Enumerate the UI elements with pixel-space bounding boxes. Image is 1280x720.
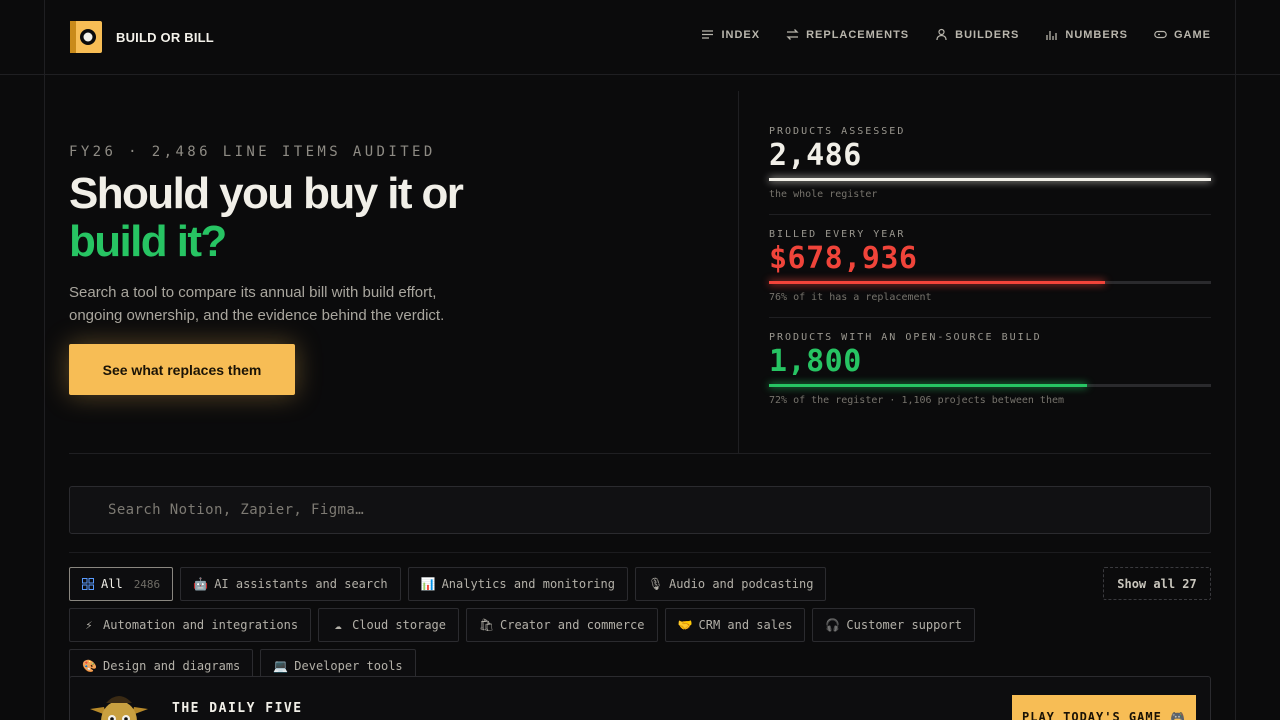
chip-label: Creator and commerce xyxy=(500,618,645,632)
nav-replacements[interactable]: REPLACEMENTS xyxy=(786,28,909,41)
cloud-icon: ☁ xyxy=(334,618,342,632)
stat-bar-fill xyxy=(769,178,1211,181)
lightning-icon: ⚡ xyxy=(85,618,93,632)
stat-separator xyxy=(769,317,1211,318)
chip-label: CRM and sales xyxy=(698,618,793,632)
frame-right-rule xyxy=(1235,0,1236,720)
daily-five-title: THE DAILY FIVE xyxy=(172,701,303,716)
nav-index-label: INDEX xyxy=(721,28,761,41)
handshake-icon: 🤝 xyxy=(677,618,693,632)
stat-products-assessed: PRODUCTS ASSESSED 2,486 the whole regist… xyxy=(769,126,1211,200)
microphone-icon: 🎙 xyxy=(647,577,664,591)
person-icon xyxy=(936,28,947,41)
brand-logo-link[interactable]: BUILD OR BILL xyxy=(70,20,214,54)
chip-label: Design and diagrams xyxy=(103,659,241,673)
nav-game[interactable]: GAME xyxy=(1154,28,1211,41)
robot-icon: 🤖 xyxy=(193,577,209,591)
main-nav: INDEX REPLACEMENTS BUILDERS NUMBERS GAME xyxy=(701,28,1211,41)
stat-label: PRODUCTS ASSESSED xyxy=(769,126,906,137)
swap-icon xyxy=(786,29,799,40)
bar-chart-icon xyxy=(1046,31,1058,40)
chip-label: Cloud storage xyxy=(352,618,446,632)
chip-label: AI assistants and search xyxy=(214,577,388,591)
hero-title: Should you buy it or build it? xyxy=(69,170,669,266)
see-replacements-button[interactable]: See what replaces them xyxy=(69,344,295,395)
stat-value: 1,800 xyxy=(769,344,862,379)
laptop-icon: 💻 xyxy=(273,659,289,673)
hero-title-line2: build it? xyxy=(69,217,227,266)
chip-label: Automation and integrations xyxy=(103,618,299,632)
stat-bar-track xyxy=(769,178,1211,181)
category-chip[interactable]: 🎧 Customer support xyxy=(812,608,976,642)
shopping-bag-icon: 🛍 xyxy=(479,618,495,632)
category-chip-all[interactable]: All 2486 xyxy=(69,567,174,601)
headphones-icon: 🎧 xyxy=(825,618,841,632)
stat-bar-fill xyxy=(769,384,1088,387)
nav-builders-label: BUILDERS xyxy=(955,28,1020,41)
grid-icon xyxy=(82,578,94,590)
hero-eyebrow: FY26 · 2,486 LINE ITEMS AUDITED xyxy=(69,144,436,160)
nav-builders[interactable]: BUILDERS xyxy=(935,28,1019,41)
stat-label: BILLED EVERY YEAR xyxy=(769,229,906,240)
stat-note: 76% of it has a replacement xyxy=(769,292,932,303)
show-all-categories-button[interactable]: Show all 27 xyxy=(1103,567,1211,600)
play-game-button[interactable]: PLAY TODAY'S GAME 🎮 xyxy=(1012,695,1196,720)
hero-title-line1: Should you buy it or xyxy=(69,169,464,218)
stat-note: 72% of the register · 1,106 projects bet… xyxy=(769,395,1065,406)
category-chip[interactable]: 🛍 Creator and commerce xyxy=(466,608,658,642)
stat-note: the whole register xyxy=(769,189,878,200)
nav-index[interactable]: INDEX xyxy=(701,28,760,41)
palette-icon: 🎨 xyxy=(82,659,97,673)
stat-bar-fill xyxy=(769,281,1105,284)
b-logo-icon xyxy=(70,21,102,53)
nav-replacements-label: REPLACEMENTS xyxy=(806,28,910,41)
hero-lede: Search a tool to compare its annual bill… xyxy=(69,284,445,324)
stat-separator xyxy=(769,214,1211,215)
stat-bar-track xyxy=(769,281,1211,284)
category-chip[interactable]: ⚡ Automation and integrations xyxy=(69,608,312,642)
chip-label: Developer tools xyxy=(294,659,403,673)
chip-label: All xyxy=(101,577,123,591)
chart-icon: 📊 xyxy=(420,577,436,591)
stat-value: 2,486 xyxy=(769,138,862,173)
chip-label: Analytics and monitoring xyxy=(441,577,615,591)
stat-value: $678,936 xyxy=(769,241,918,276)
brand-name: BUILD OR BILL xyxy=(116,29,214,45)
category-filters: All 2486 🤖 AI assistants and search 📊 Anal… xyxy=(69,567,1059,683)
stats-panel: PRODUCTS ASSESSED 2,486 the whole regist… xyxy=(769,126,1211,406)
goblin-mascot-icon xyxy=(90,696,148,720)
hero: FY26 · 2,486 LINE ITEMS AUDITED Should y… xyxy=(69,140,669,395)
category-chip[interactable]: 🤝 CRM and sales xyxy=(664,608,806,642)
category-chip[interactable]: ☁ Cloud storage xyxy=(318,608,459,642)
frame-left-rule xyxy=(44,0,45,720)
stat-open-source-builds: PRODUCTS WITH AN OPEN-SOURCE BUILD 1,800… xyxy=(769,332,1211,406)
category-chip[interactable]: 🎙 Audio and podcasting xyxy=(634,567,827,601)
stat-label: PRODUCTS WITH AN OPEN-SOURCE BUILD xyxy=(769,332,1042,343)
nav-game-label: GAME xyxy=(1174,28,1211,41)
nav-numbers-label: NUMBERS xyxy=(1065,28,1128,41)
site-header: BUILD OR BILL INDEX REPLACEMENTS BUILDER… xyxy=(0,0,1280,75)
hero-divider xyxy=(738,91,739,453)
stat-bar-track xyxy=(769,384,1211,387)
gamepad-icon xyxy=(1154,30,1167,39)
nav-numbers[interactable]: NUMBERS xyxy=(1045,28,1128,41)
chip-label: Customer support xyxy=(846,618,963,632)
list-icon xyxy=(702,30,714,39)
stat-billed-yearly: BILLED EVERY YEAR $678,936 76% of it has… xyxy=(769,229,1211,303)
section-divider xyxy=(69,453,1211,454)
chip-label: Audio and podcasting xyxy=(668,577,814,591)
search-input[interactable] xyxy=(69,486,1211,534)
search-divider xyxy=(69,552,1211,553)
category-chip[interactable]: 🤖 AI assistants and search xyxy=(180,567,401,601)
category-chip[interactable]: 📊 Analytics and monitoring xyxy=(407,567,628,601)
chip-count: 2486 xyxy=(133,577,161,591)
daily-five-card: THE DAILY FIVE PLAY TODAY'S GAME 🎮 xyxy=(69,676,1211,720)
